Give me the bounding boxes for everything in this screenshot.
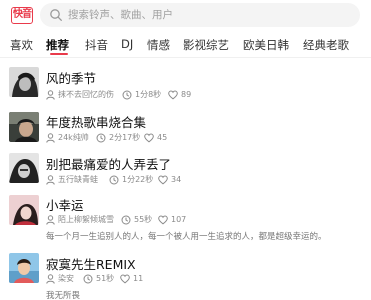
heart-icon[interactable] bbox=[158, 215, 168, 225]
tab-western-jp-kr[interactable]: 欧美日韩 bbox=[243, 37, 289, 53]
song-description: 我无所畏 bbox=[46, 291, 81, 300]
song-item[interactable]: 别把最痛爱的人弄丢了 五行缺青蛙 1分22秒 34 bbox=[0, 150, 371, 190]
song-duration: 2分17秒 bbox=[109, 133, 141, 142]
clock-icon bbox=[109, 175, 119, 185]
song-duration: 1分22秒 bbox=[122, 175, 154, 184]
clock-icon bbox=[121, 215, 131, 225]
search-icon bbox=[50, 9, 62, 21]
song-cover bbox=[9, 112, 39, 142]
tab-recommend[interactable]: 推荐 bbox=[46, 37, 69, 53]
tab-douyin[interactable]: 抖音 bbox=[85, 37, 108, 53]
user-icon bbox=[46, 133, 55, 143]
song-title: 风的季节 bbox=[46, 71, 97, 86]
heart-icon[interactable] bbox=[168, 90, 178, 100]
user-icon bbox=[46, 175, 55, 185]
song-user[interactable]: 24k纯帅 bbox=[58, 132, 89, 144]
heart-icon[interactable] bbox=[144, 133, 154, 143]
tab-emotion[interactable]: 情感 bbox=[147, 37, 170, 53]
song-likes: 34 bbox=[171, 175, 182, 184]
song-description: 每一个月一生追别人的人，每一个被人用一生追求的人，都是超级幸运的。 bbox=[46, 232, 327, 242]
song-item[interactable]: 风的季节 抹不去回忆的伤 1分8秒 89 bbox=[0, 64, 371, 104]
tab-dj[interactable]: DJ bbox=[121, 37, 133, 51]
song-cover bbox=[9, 153, 39, 183]
song-title: 年度热歌串烧合集 bbox=[46, 115, 147, 130]
clock-icon bbox=[83, 274, 93, 284]
song-duration: 1分8秒 bbox=[135, 90, 162, 99]
user-icon bbox=[46, 215, 55, 225]
heart-icon[interactable] bbox=[158, 175, 168, 185]
song-item[interactable]: 寂寞先生REMIX 染安 51秒 11 我无所畏 bbox=[0, 250, 371, 300]
song-item[interactable]: 年度热歌串烧合集 24k纯帅 2分17秒 45 bbox=[0, 108, 371, 148]
clock-icon bbox=[122, 90, 132, 100]
tab-film-variety[interactable]: 影视综艺 bbox=[183, 37, 229, 53]
song-likes: 11 bbox=[133, 274, 144, 283]
search-input[interactable] bbox=[68, 3, 348, 27]
tab-likes[interactable]: 喜欢 bbox=[10, 37, 33, 53]
top-bar: 快音 bbox=[0, 0, 371, 32]
song-user[interactable]: 陌上柳絮倾城雪 bbox=[58, 214, 114, 226]
song-cover bbox=[9, 253, 39, 283]
song-title: 别把最痛爱的人弄丢了 bbox=[46, 157, 172, 172]
tab-classic[interactable]: 经典老歌 bbox=[303, 37, 349, 53]
search-bar[interactable] bbox=[40, 3, 360, 27]
song-title: 寂寞先生REMIX bbox=[46, 257, 136, 272]
song-user[interactable]: 五行缺青蛙 bbox=[58, 174, 98, 186]
active-tab-indicator bbox=[50, 53, 68, 55]
song-likes: 45 bbox=[157, 133, 168, 142]
song-duration: 55秒 bbox=[134, 215, 153, 224]
user-icon bbox=[46, 274, 55, 284]
song-user[interactable]: 染安 bbox=[58, 273, 74, 285]
song-title: 小幸运 bbox=[46, 198, 84, 213]
song-item[interactable]: 小幸运 陌上柳絮倾城雪 55秒 107 每一个月一生追别人的人，每一个被人用一生… bbox=[0, 192, 371, 244]
clock-icon bbox=[96, 133, 106, 143]
app-logo[interactable]: 快音 bbox=[11, 7, 33, 24]
song-cover bbox=[9, 195, 39, 225]
user-icon bbox=[46, 90, 55, 100]
song-likes: 89 bbox=[181, 90, 192, 99]
category-tabs: 喜欢 推荐 抖音 DJ 情感 影视综艺 欧美日韩 经典老歌 bbox=[0, 34, 371, 58]
song-user[interactable]: 抹不去回忆的伤 bbox=[58, 89, 114, 101]
song-likes: 107 bbox=[171, 215, 187, 224]
heart-icon[interactable] bbox=[120, 274, 130, 284]
song-duration: 51秒 bbox=[96, 274, 115, 283]
song-cover bbox=[9, 67, 39, 97]
